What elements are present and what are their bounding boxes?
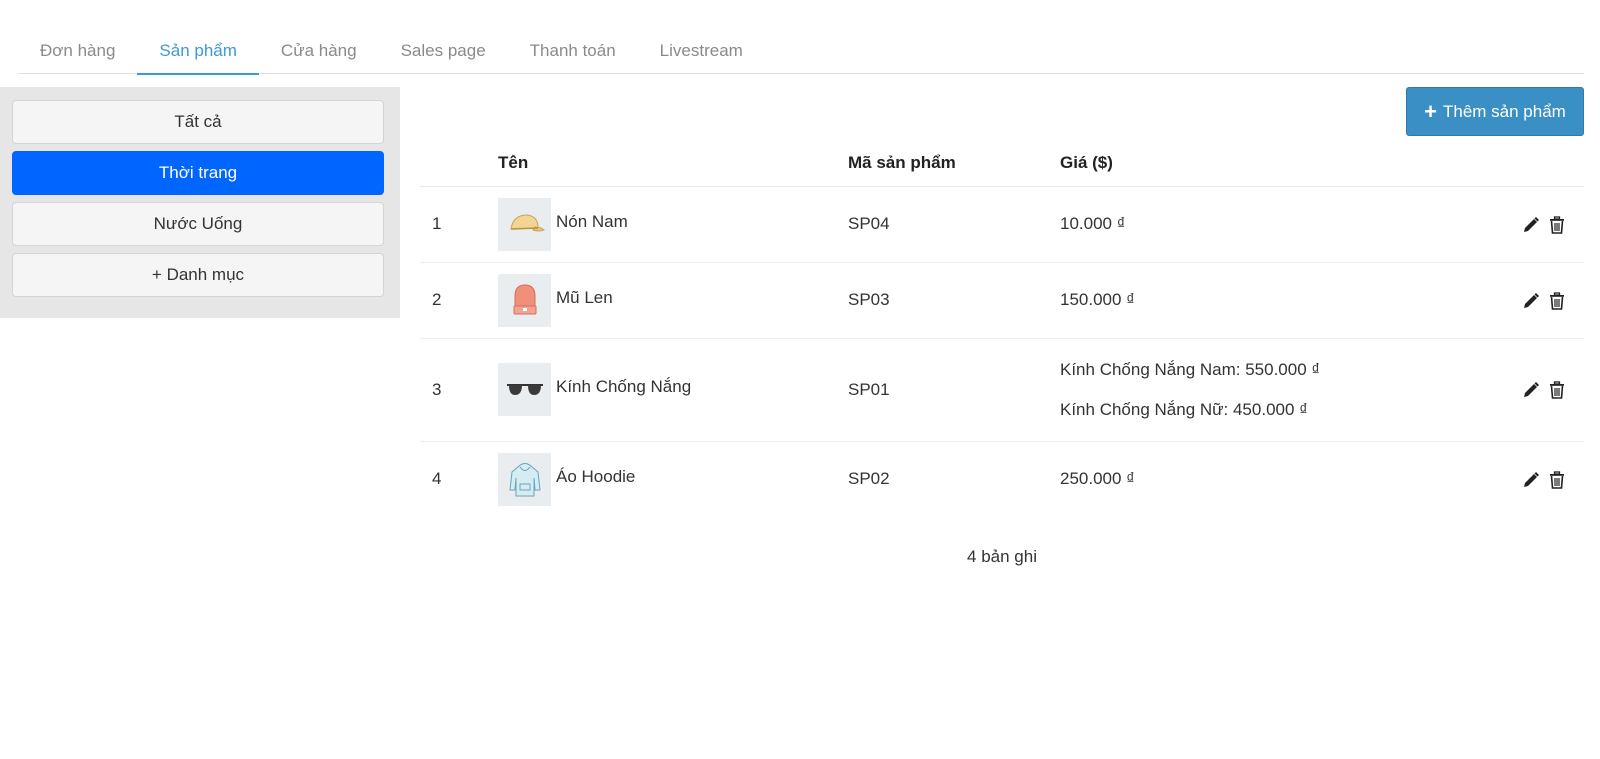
category-sidebar: Tất cả Thời trang Nước Uống + Danh mục: [0, 87, 400, 318]
delete-trash-icon[interactable]: [1548, 381, 1566, 399]
table-row: 3 Kính Chống Nắng SP01 Kính Chống Nắng N…: [420, 338, 1584, 442]
product-name-cell: Kính Chống Nắng: [498, 363, 848, 416]
row-index: 1: [420, 186, 498, 263]
header-index: [420, 140, 498, 187]
header-code: Mã sản phẩm: [848, 140, 1060, 187]
product-price-variant: Kính Chống Nắng Nữ: 450.000 ₫: [1060, 399, 1308, 419]
product-code: SP01: [848, 338, 1060, 442]
tab-san-pham[interactable]: Sản phẩm: [137, 28, 259, 75]
main-tabs: Đơn hàng Sản phẩm Cửa hàng Sales page Th…: [18, 28, 1584, 75]
product-name-cell: Mũ Len: [498, 273, 848, 327]
product-name: Áo Hoodie: [556, 466, 636, 486]
table-header-row: Tên Mã sản phẩm Giá ($): [420, 140, 1584, 187]
category-drinks[interactable]: Nước Uống: [12, 202, 384, 246]
delete-trash-icon[interactable]: [1548, 471, 1566, 489]
product-code: SP04: [848, 186, 1060, 263]
edit-pencil-icon[interactable]: [1522, 292, 1540, 310]
delete-trash-icon[interactable]: [1548, 291, 1566, 310]
category-all[interactable]: Tất cả: [12, 100, 384, 144]
row-index: 3: [420, 338, 498, 442]
product-code: SP03: [848, 262, 1060, 339]
plus-icon: +: [1424, 98, 1437, 124]
tab-sales-page[interactable]: Sales page: [379, 28, 508, 74]
header-price: Giá ($): [1060, 140, 1504, 187]
tab-livestream[interactable]: Livestream: [638, 28, 765, 74]
product-name: Nón Nam: [556, 211, 628, 231]
table-row: 1 Nón Nam SP04 10.000 ₫: [420, 186, 1584, 263]
cap-icon: [498, 197, 551, 251]
tab-thanh-toan[interactable]: Thanh toán: [508, 28, 638, 74]
category-fashion[interactable]: Thời trang: [12, 151, 384, 195]
product-code: SP02: [848, 469, 890, 489]
product-name-cell: Nón Nam: [498, 197, 848, 251]
record-count: 4 bản ghi: [967, 547, 1037, 566]
product-price: 250.000 ₫: [1060, 469, 1135, 489]
delete-trash-icon[interactable]: [1548, 215, 1566, 234]
add-product-button[interactable]: + Thêm sản phẩm: [1406, 87, 1584, 136]
table-row: 2 Mũ Len SP03 150.000 ₫: [420, 262, 1584, 339]
edit-pencil-icon[interactable]: [1522, 471, 1540, 489]
table-row: 4 Áo Hoodie SP02 250.000 ₫: [420, 441, 1584, 517]
tab-cua-hang[interactable]: Cửa hàng: [259, 28, 379, 74]
header-actions: [1504, 140, 1584, 187]
product-table: Tên Mã sản phẩm Giá ($) 1 Nón Nam SP04 1…: [420, 140, 1584, 517]
sunglasses-icon: [498, 363, 551, 416]
hoodie-icon: [498, 452, 551, 506]
product-name: Mũ Len: [556, 287, 613, 307]
edit-pencil-icon[interactable]: [1522, 216, 1540, 234]
product-price-variant: Kính Chống Nắng Nam: 550.000 ₫: [1060, 359, 1321, 379]
row-index: 4: [432, 469, 442, 489]
product-name-cell: Áo Hoodie: [498, 452, 848, 506]
beanie-icon: [498, 273, 551, 327]
add-category-button[interactable]: + Danh mục: [12, 253, 384, 297]
product-price: 150.000 ₫: [1060, 262, 1504, 339]
add-product-label: Thêm sản phẩm: [1443, 101, 1566, 121]
tab-don-hang[interactable]: Đơn hàng: [18, 28, 137, 74]
row-index: 2: [420, 262, 498, 339]
header-name: Tên: [498, 140, 848, 187]
product-name: Kính Chống Nắng: [556, 377, 692, 396]
product-price: 10.000 ₫: [1060, 186, 1504, 263]
edit-pencil-icon[interactable]: [1522, 381, 1540, 399]
